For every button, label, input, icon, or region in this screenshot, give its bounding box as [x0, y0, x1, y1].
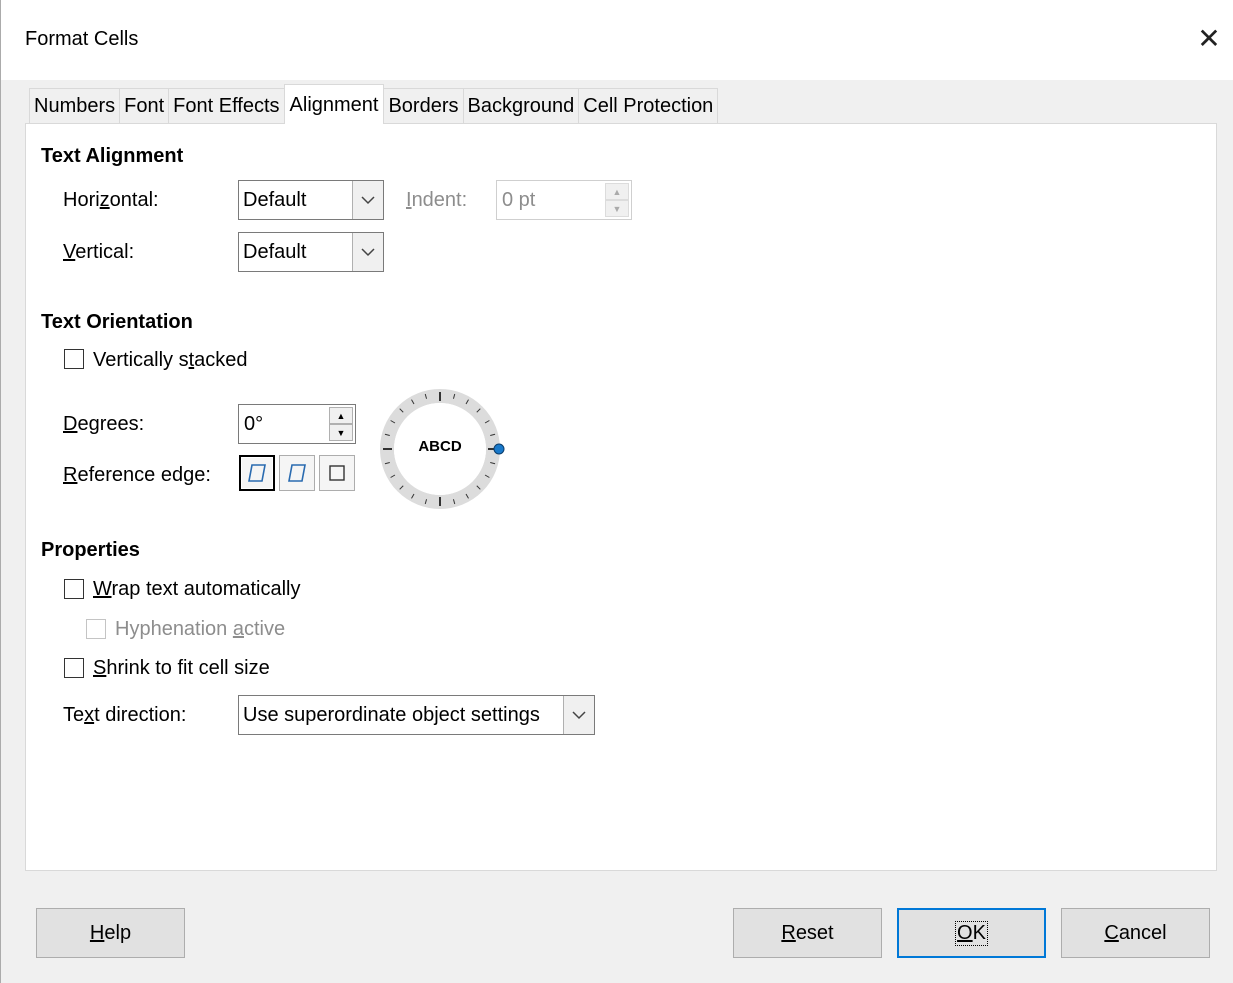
tab-font[interactable]: Font: [119, 88, 170, 124]
chevron-down-icon[interactable]: [352, 181, 383, 219]
vertical-label: Vertical:: [63, 241, 135, 263]
help-button[interactable]: Help: [36, 908, 185, 958]
text-direction-label: Text direction:: [63, 704, 187, 726]
indent-value: 0 pt: [502, 189, 536, 211]
spin-down-icon[interactable]: ▼: [605, 200, 629, 217]
shrink-to-fit-checkbox[interactable]: [64, 658, 84, 678]
hyphenation-label: Hyphenation active: [115, 618, 286, 640]
reference-edge-bottom-button[interactable]: [239, 455, 275, 491]
wrap-text-label: Wrap text automatically: [93, 578, 301, 600]
reference-edge-inside-button[interactable]: [319, 455, 355, 491]
vertically-stacked-label: Vertically stacked: [93, 349, 248, 371]
ref-edge-bottom-icon: [248, 464, 266, 482]
text-alignment-heading: Text Alignment: [41, 145, 184, 167]
indent-label: Indent:: [406, 189, 468, 211]
vertically-stacked-checkbox[interactable]: [64, 349, 84, 369]
degrees-spin-arrows[interactable]: ▲ ▼: [329, 407, 353, 441]
spin-up-icon[interactable]: ▲: [329, 407, 353, 424]
tab-cell-protection[interactable]: Cell Protection: [578, 88, 719, 124]
spin-up-icon[interactable]: ▲: [605, 183, 629, 200]
degrees-label: Degrees:: [63, 413, 145, 435]
dialog-title: Format Cells: [25, 28, 139, 50]
dial-text: ABCD: [418, 438, 462, 455]
chevron-down-icon[interactable]: [563, 696, 594, 734]
horizontal-label: Horizontal:: [63, 189, 159, 211]
ref-edge-inside-icon: [329, 465, 345, 481]
wrap-text-checkbox[interactable]: [64, 579, 84, 599]
ref-edge-top-icon: [288, 464, 306, 482]
horizontal-value: Default: [243, 189, 307, 211]
tab-alignment[interactable]: Alignment: [283, 84, 385, 124]
close-icon[interactable]: ✕: [1189, 18, 1229, 58]
spin-down-icon[interactable]: ▼: [329, 424, 353, 441]
text-orientation-heading: Text Orientation: [41, 311, 193, 333]
rotation-dial[interactable]: ABCD: [378, 384, 508, 514]
text-direction-value: Use superordinate object settings: [243, 704, 540, 726]
vertical-value: Default: [243, 241, 307, 263]
cancel-button[interactable]: Cancel: [1061, 908, 1210, 958]
reference-edge-top-button[interactable]: [279, 455, 315, 491]
properties-heading: Properties: [41, 539, 140, 561]
ok-button[interactable]: OK: [897, 908, 1046, 958]
hyphenation-checkbox[interactable]: [86, 619, 106, 639]
vertical-select[interactable]: Default: [238, 232, 384, 272]
tab-borders[interactable]: Borders: [383, 88, 464, 124]
reference-edge-label: Reference edge:: [63, 464, 211, 486]
chevron-down-icon[interactable]: [352, 233, 383, 271]
text-direction-select[interactable]: Use superordinate object settings: [238, 695, 595, 735]
tab-background[interactable]: Background: [462, 88, 580, 124]
tab-font-effects[interactable]: Font Effects: [168, 88, 285, 124]
tab-bar: Numbers Font Font Effects Alignment Bord…: [29, 84, 719, 124]
indent-spin-arrows[interactable]: ▲ ▼: [605, 183, 629, 217]
title-bar: Format Cells ✕: [1, 0, 1233, 80]
degrees-stepper[interactable]: 0° ▲ ▼: [238, 404, 356, 444]
format-cells-dialog: Format Cells ✕ Numbers Font Font Effects…: [0, 0, 1233, 983]
reset-button[interactable]: Reset: [733, 908, 882, 958]
tab-numbers[interactable]: Numbers: [29, 88, 121, 124]
shrink-to-fit-label: Shrink to fit cell size: [93, 657, 270, 679]
indent-stepper[interactable]: 0 pt ▲ ▼: [496, 180, 632, 220]
horizontal-select[interactable]: Default: [238, 180, 384, 220]
alignment-panel: Text Alignment Horizontal: Default Inden…: [25, 123, 1217, 871]
degrees-value: 0°: [244, 413, 264, 435]
